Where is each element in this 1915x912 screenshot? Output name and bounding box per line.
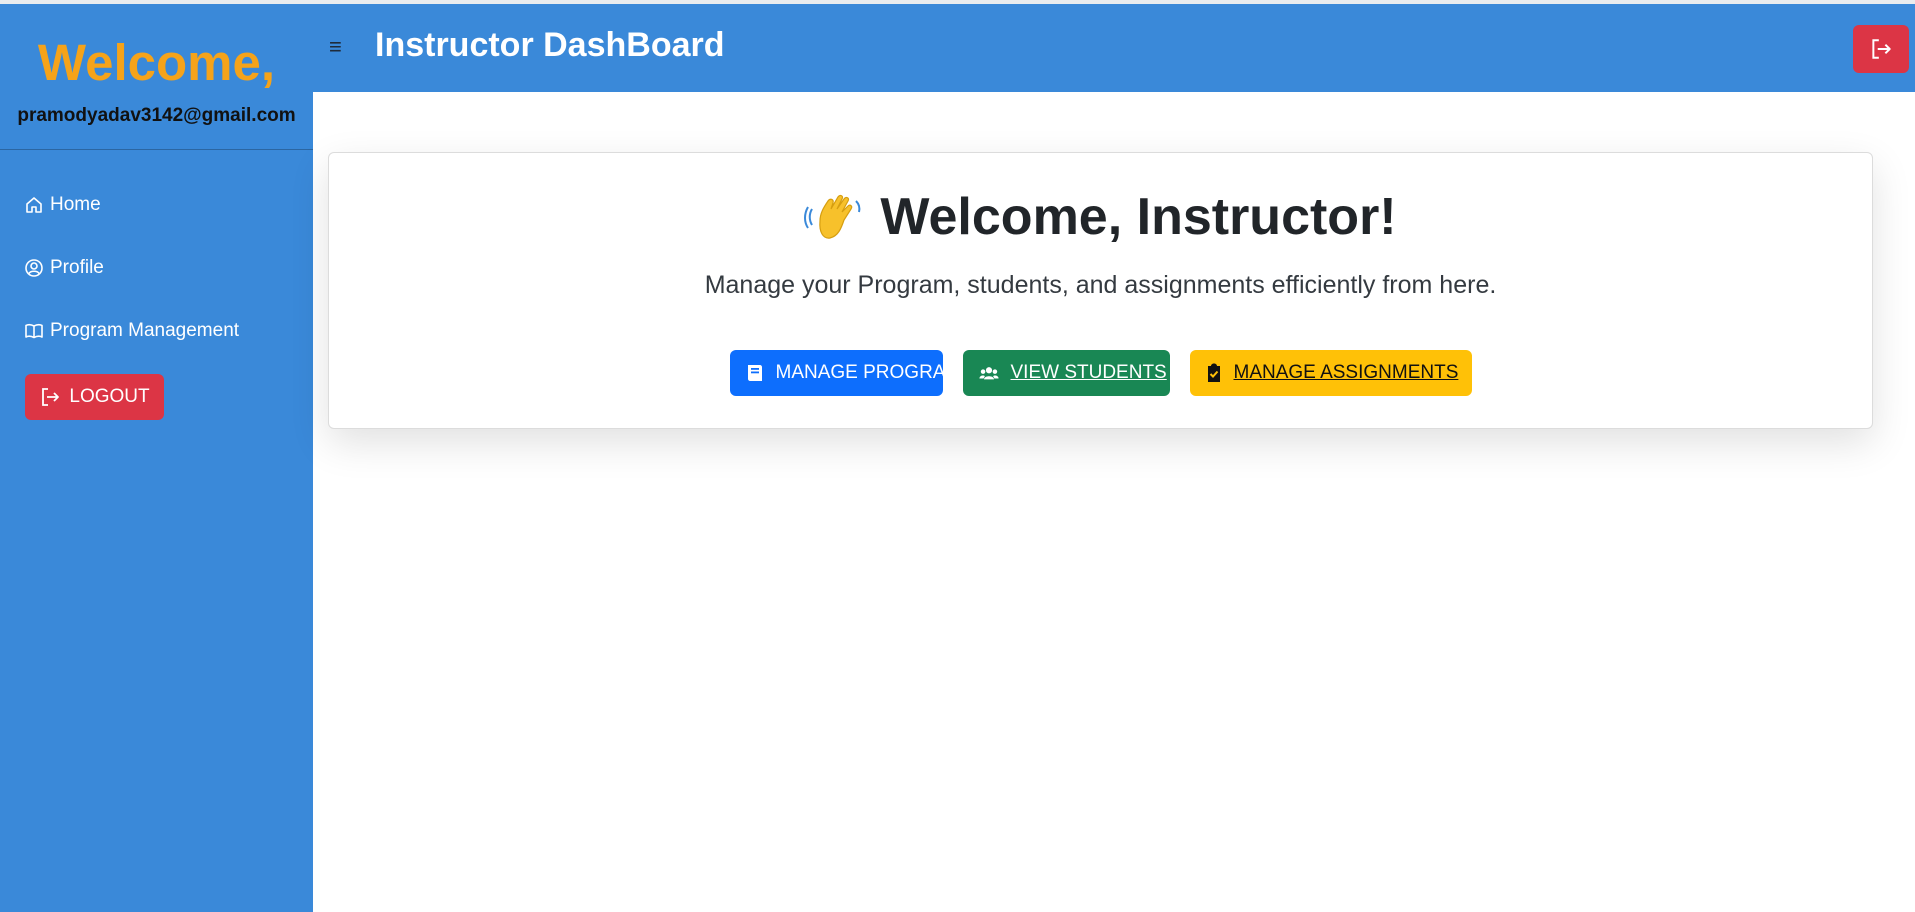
welcome-heading: Welcome, Instructor! bbox=[880, 188, 1397, 246]
sidebar-item-label: Home bbox=[50, 194, 101, 215]
sidebar-item-label: Program Management bbox=[50, 320, 240, 341]
menu-toggle-icon[interactable]: ≡ bbox=[329, 36, 342, 58]
page-title: Instructor DashBoard bbox=[375, 26, 725, 64]
user-email: pramodyadav3142@gmail.com bbox=[17, 105, 296, 126]
manage-program-label: MANAGE PROGRAM bbox=[775, 362, 962, 383]
clipboard-check-icon bbox=[1206, 363, 1222, 383]
logout-icon bbox=[1869, 37, 1893, 61]
book-icon bbox=[746, 363, 764, 383]
sidebar-item-label: Profile bbox=[50, 257, 104, 278]
sidebar-divider bbox=[0, 149, 313, 150]
manage-assignments-button[interactable]: MANAGE ASSIGNMENTS bbox=[1189, 350, 1472, 396]
card-title: Welcome, Instructor! bbox=[329, 185, 1872, 249]
welcome-card: Welcome, Instructor! Manage your Program… bbox=[328, 152, 1873, 429]
manage-assignments-label: MANAGE ASSIGNMENTS bbox=[1233, 362, 1459, 383]
manage-program-button[interactable]: MANAGE PROGRAM bbox=[729, 350, 961, 396]
view-students-label: VIEW STUDENTS bbox=[1010, 362, 1167, 383]
book-icon bbox=[24, 320, 46, 342]
sidebar-welcome: Welcome, bbox=[37, 34, 276, 91]
sidebar-item-home[interactable]: Home bbox=[24, 191, 101, 219]
logout-label: LOGOUT bbox=[69, 386, 150, 407]
topbar-logout-button[interactable] bbox=[1853, 25, 1909, 73]
waving-hand-icon bbox=[804, 187, 864, 247]
sidebar-logout-button[interactable]: LOGOUT bbox=[25, 374, 164, 420]
card-subtitle: Manage your Program, students, and assig… bbox=[704, 271, 1497, 299]
sidebar: Welcome, pramodyadav3142@gmail.com Home … bbox=[0, 4, 313, 912]
sidebar-item-program-management[interactable]: Program Management bbox=[24, 317, 239, 345]
users-icon bbox=[978, 363, 999, 383]
user-circle-icon bbox=[24, 257, 46, 279]
sidebar-item-profile[interactable]: Profile bbox=[24, 254, 104, 282]
view-students-button[interactable]: VIEW STUDENTS bbox=[962, 350, 1170, 396]
top-navbar: ≡ Instructor DashBoard bbox=[313, 4, 1915, 92]
logout-icon bbox=[39, 385, 63, 409]
home-icon bbox=[24, 194, 46, 216]
action-buttons: MANAGE PROGRAM VIEW STUDENTS MANAGE ASSI… bbox=[329, 350, 1872, 396]
